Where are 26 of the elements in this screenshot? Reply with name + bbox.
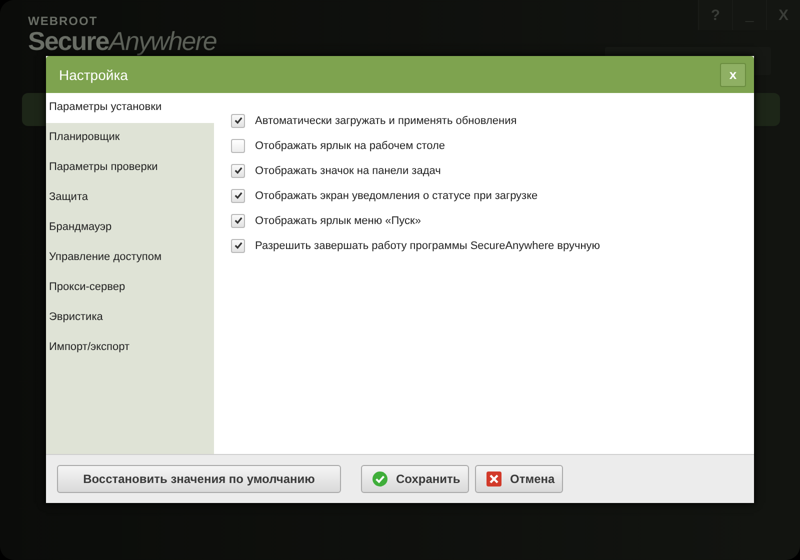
sidebar-item[interactable]: Параметры установки — [46, 93, 214, 123]
option-label: Отображать значок на панели задач — [255, 164, 441, 176]
check-icon — [234, 191, 242, 200]
option-label: Автоматически загружать и применять обновления — [255, 114, 517, 126]
checkbox[interactable] — [231, 164, 245, 178]
dialog-title: Настройка — [59, 66, 128, 82]
option-label: Отображать ярлык меню «Пуск» — [255, 214, 421, 226]
check-icon — [372, 471, 388, 487]
check-icon — [234, 116, 242, 125]
checkbox[interactable] — [231, 138, 245, 152]
checkbox[interactable] — [231, 214, 245, 228]
checkbox[interactable] — [231, 114, 245, 128]
save-button[interactable]: Сохранить — [361, 465, 469, 493]
check-icon — [234, 241, 242, 250]
check-icon — [234, 166, 242, 175]
brand-label: WEBROOT — [28, 14, 99, 28]
cancel-button[interactable]: Отмена — [475, 465, 563, 493]
option-label: Отображать экран уведомления о статусе при загрузке — [255, 190, 538, 202]
restore-defaults-button[interactable]: Восстановить значения по умолчанию — [57, 465, 341, 493]
product-logo: SecureAnywhere — [28, 28, 216, 55]
option-label: Отображать ярлык на рабочем столе — [255, 140, 446, 152]
check-icon — [234, 216, 242, 225]
checkbox[interactable] — [231, 238, 245, 252]
option-label: Разрешить завершать работу программы SecureAnywhere вручную — [255, 240, 600, 252]
close-icon — [486, 471, 502, 487]
checkbox[interactable] — [231, 188, 245, 202]
